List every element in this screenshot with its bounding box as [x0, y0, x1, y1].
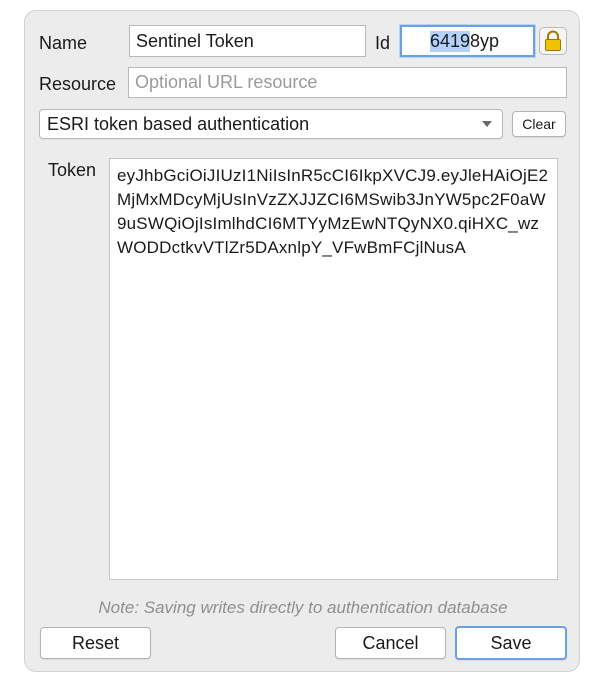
token-textarea[interactable]: eyJhbGciOiJIUzI1NiIsInR5cCI6IkpXVCJ9.eyJ…: [109, 158, 558, 580]
authentication-config-dialog: Name Sentinel Token Id 6419 8yp Resource …: [24, 10, 580, 672]
resource-label: Resource: [39, 74, 117, 94]
name-field[interactable]: Sentinel Token: [129, 25, 366, 57]
clear-button-label: Clear: [522, 116, 556, 132]
id-value-rest: 8yp: [470, 30, 500, 51]
token-label: Token: [48, 160, 97, 180]
name-label: Name: [39, 33, 88, 53]
auth-method-value: ESRI token based authentication: [47, 113, 310, 134]
reset-button-label: Reset: [71, 632, 120, 653]
id-field[interactable]: 6419 8yp: [400, 25, 535, 57]
clear-button[interactable]: Clear: [512, 111, 566, 137]
cancel-button[interactable]: Cancel: [335, 627, 446, 659]
name-value: Sentinel Token: [136, 30, 254, 51]
id-value-selected: 6419: [430, 30, 471, 52]
token-value: eyJhbGciOiJIUzI1NiIsInR5cCI6IkpXVCJ9.eyJ…: [117, 166, 549, 257]
chevron-down-icon: [482, 121, 492, 127]
lock-button[interactable]: [539, 27, 567, 55]
resource-field[interactable]: Optional URL resource: [128, 67, 567, 98]
save-button[interactable]: Save: [455, 626, 567, 660]
reset-button[interactable]: Reset: [40, 627, 151, 659]
auth-method-select[interactable]: ESRI token based authentication: [39, 109, 503, 139]
id-label: Id: [375, 33, 391, 53]
resource-placeholder: Optional URL resource: [135, 72, 318, 92]
save-button-label: Save: [490, 632, 532, 653]
cancel-button-label: Cancel: [362, 632, 419, 653]
save-note: Note: Saving writes directly to authenti…: [98, 598, 508, 617]
lock-icon: [545, 30, 561, 51]
